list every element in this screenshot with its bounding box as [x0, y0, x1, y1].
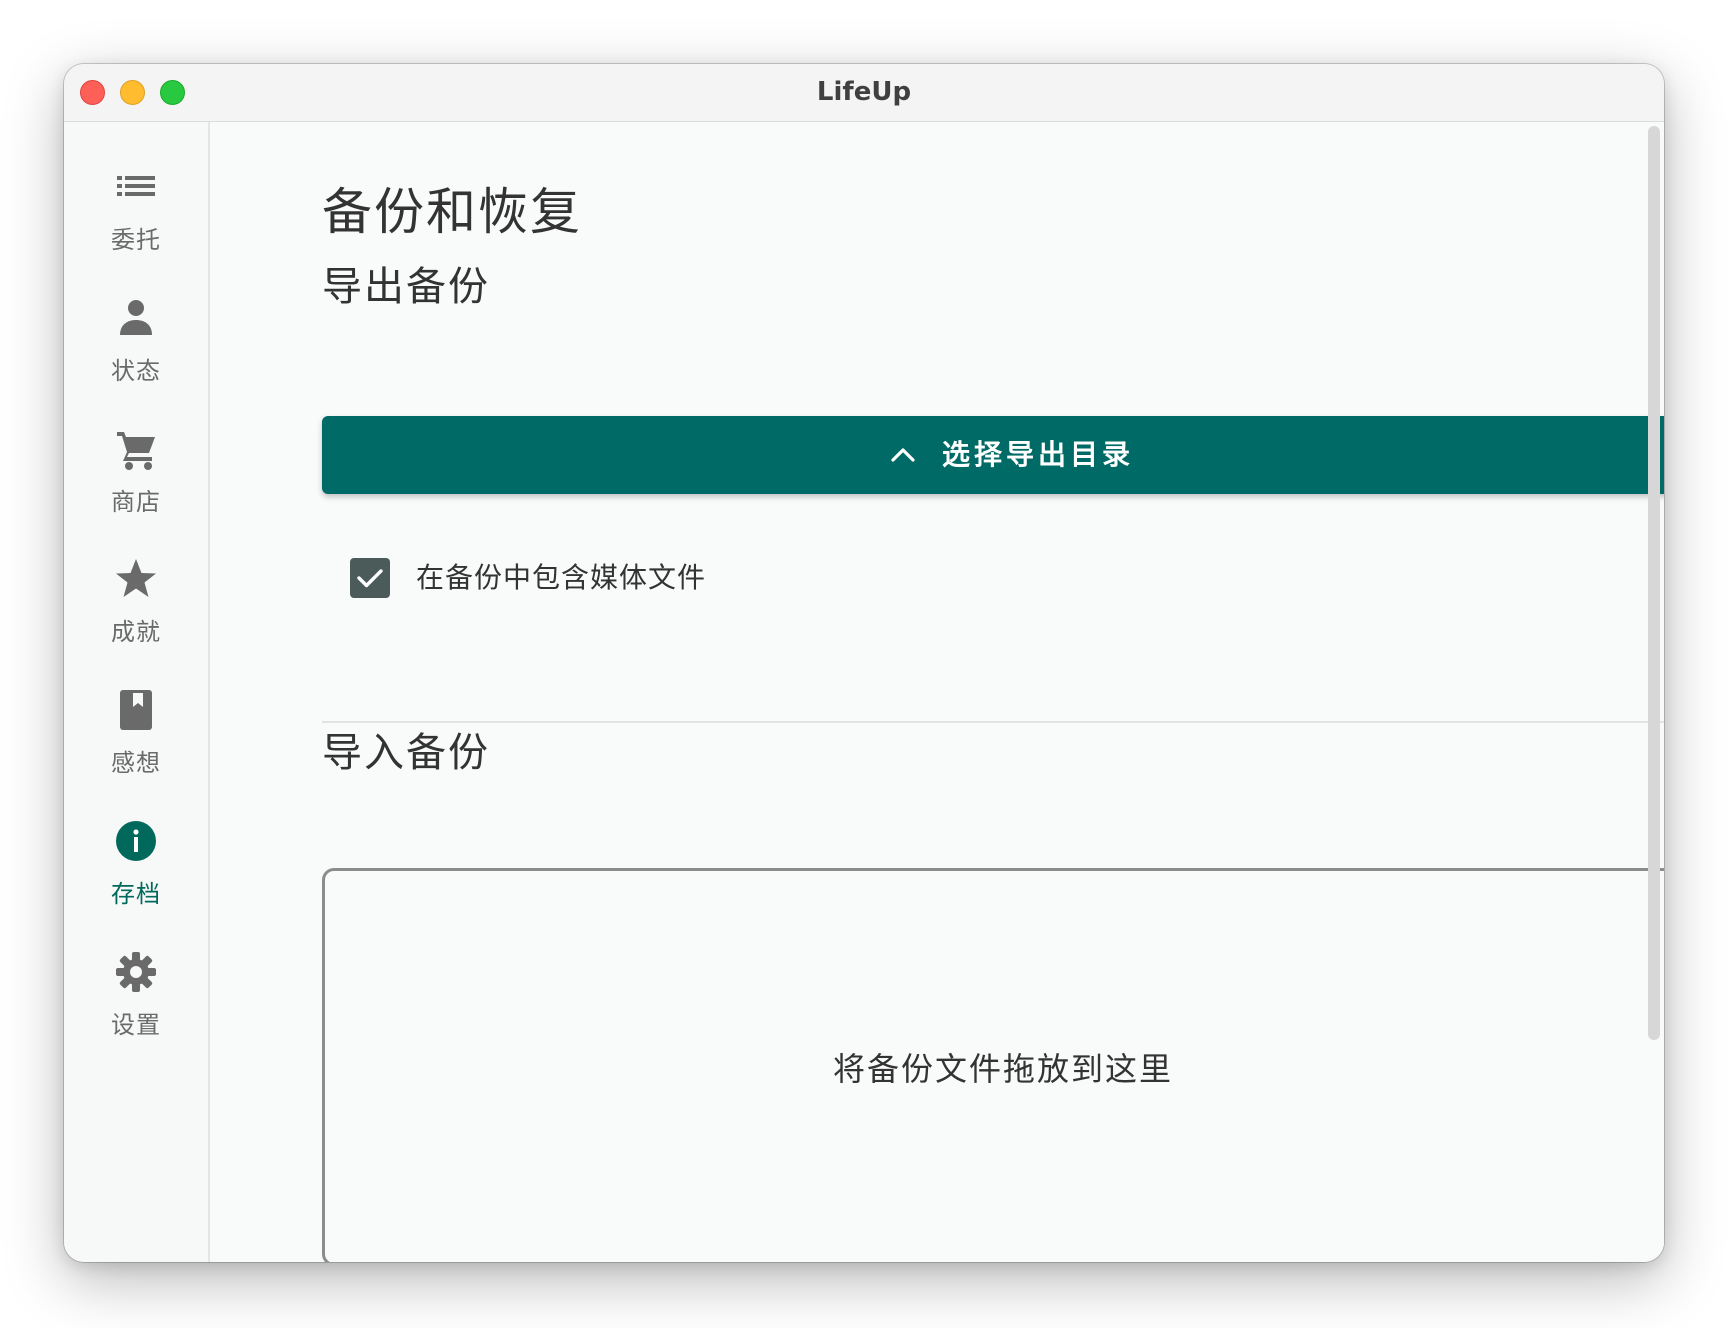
sidebar-item-label: 设置: [111, 1011, 161, 1039]
scrollbar-thumb[interactable]: [1648, 126, 1660, 1040]
sidebar-nav: 委托 状态 商店 成就 感想 存档 设置: [64, 122, 210, 1262]
info-icon: [116, 821, 156, 861]
main-content: 备份和恢复 导出备份 选择导出目录 在备份中包含媒体文件 导入备份 将备份文件拖…: [210, 122, 1664, 1262]
page-title: 备份和恢复: [322, 183, 582, 241]
person-icon: [120, 300, 152, 335]
sidebar-item-label: 委托: [111, 226, 161, 254]
vertical-scrollbar[interactable]: [1644, 122, 1664, 1262]
export-section-title: 导出备份: [322, 264, 490, 310]
sidebar-item-label: 感想: [111, 749, 161, 777]
chevron-up-icon: [891, 448, 915, 462]
backup-dropzone[interactable]: 将备份文件拖放到这里: [322, 868, 1664, 1262]
sidebar-item-shop[interactable]: 商店: [64, 424, 208, 544]
sidebar-item-label: 状态: [111, 357, 161, 385]
star-icon: [116, 559, 156, 597]
title-bar[interactable]: LifeUp: [64, 64, 1664, 122]
sidebar-item-label: 商店: [111, 488, 161, 516]
include-media-checkbox[interactable]: [350, 558, 390, 598]
screen: LifeUp 委托 状态 商店 成就 感想 存档 设置 备份和恢复 导出备份 选…: [0, 0, 1728, 1328]
import-section-title: 导入备份: [322, 730, 490, 776]
sidebar-item-achievements[interactable]: 成就: [64, 554, 208, 674]
sidebar-item-archive[interactable]: 存档: [64, 816, 208, 936]
sidebar-item-feelings[interactable]: 感想: [64, 685, 208, 805]
sidebar-item-label: 成就: [111, 618, 161, 646]
gear-icon: [116, 952, 156, 992]
dropzone-text: 将备份文件拖放到这里: [832, 1050, 1173, 1088]
sidebar-item-status[interactable]: 状态: [64, 293, 208, 413]
cart-icon: [117, 432, 155, 470]
bookmark-book-icon: [120, 690, 152, 730]
list-icon: [117, 176, 155, 196]
sidebar-item-settings[interactable]: 设置: [64, 947, 208, 1067]
select-export-directory-button[interactable]: 选择导出目录: [322, 416, 1664, 494]
app-window: LifeUp 委托 状态 商店 成就 感想 存档 设置 备份和恢复 导出备份 选…: [64, 64, 1664, 1262]
include-media-label[interactable]: 在备份中包含媒体文件: [416, 558, 706, 598]
sidebar-item-label: 存档: [111, 880, 161, 908]
select-export-directory-label: 选择导出目录: [942, 438, 1135, 471]
window-title: LifeUp: [816, 77, 912, 107]
section-divider: [322, 721, 1664, 723]
sidebar-item-quests[interactable]: 委托: [64, 162, 208, 282]
checkmark-icon: [357, 569, 383, 588]
